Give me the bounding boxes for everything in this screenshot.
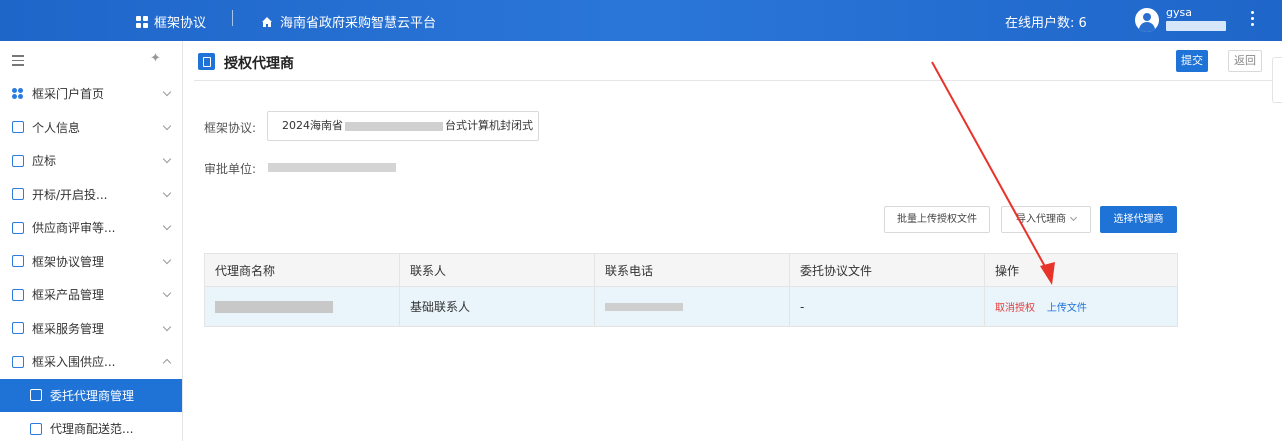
- document-icon: [198, 53, 215, 70]
- chevron-down-icon: [162, 255, 172, 264]
- pin-icon[interactable]: ✦: [150, 51, 161, 66]
- chevron-down-icon: [162, 322, 172, 331]
- agreement-file-cell: -: [789, 286, 985, 327]
- header-divider: [232, 10, 233, 26]
- online-users: 在线用户数: 6: [1005, 12, 1087, 31]
- redacted-text: [605, 303, 683, 311]
- sidebar-item-review[interactable]: 供应商评审等...: [0, 211, 182, 245]
- person-info-icon: [12, 121, 24, 134]
- sidebar-item-label: 框采门户首页: [32, 87, 105, 102]
- side-drawer-tab[interactable]: [1272, 57, 1282, 103]
- avatar[interactable]: [1135, 8, 1159, 32]
- more-menu-icon[interactable]: [1250, 11, 1256, 29]
- review-icon: [12, 221, 24, 234]
- sidebar-item-label: 供应商评审等...: [32, 221, 116, 236]
- chevron-down-icon: [162, 188, 172, 197]
- online-users-count: 6: [1078, 16, 1087, 31]
- sidebar-item-portal[interactable]: 框采门户首页: [0, 77, 182, 111]
- chevron-down-icon: [162, 221, 172, 231]
- contact-cell: 基础联系人: [399, 286, 595, 327]
- framework-value-prefix: 2024海南省: [282, 119, 343, 132]
- chevron-down-icon: [162, 288, 172, 298]
- submit-button[interactable]: 提交: [1176, 50, 1208, 72]
- redacted-text: [345, 121, 443, 131]
- import-agent-dropdown[interactable]: 导入代理商: [1001, 206, 1091, 233]
- sidebar-item-label: 框采产品管理: [32, 288, 105, 303]
- agent-table: 代理商名称 联系人 联系电话 委托协议文件 操作 基础联系人 - 取消授权 上传…: [204, 253, 1178, 327]
- import-agent-label: 导入代理商: [1016, 214, 1066, 225]
- upload-file-link[interactable]: 上传文件: [1047, 303, 1087, 314]
- main-content: 授权代理商 提交 返回 框架协议: 2024海南省 台式计算机封闭式 审批单位: …: [184, 41, 1282, 441]
- redacted-text: [215, 301, 333, 313]
- module-menu[interactable]: 框架协议: [136, 12, 206, 31]
- column-header: 操作: [984, 253, 1178, 287]
- sidebar-item-agreement[interactable]: 框架协议管理: [0, 245, 182, 279]
- sidebar-item-agent-management[interactable]: 委托代理商管理: [0, 378, 182, 412]
- framework-field: 2024海南省 台式计算机封闭式: [267, 111, 539, 141]
- sidebar-item-product[interactable]: 框采产品管理: [0, 278, 182, 312]
- column-header: 联系电话: [594, 253, 790, 287]
- portal-icon: [12, 87, 24, 100]
- batch-upload-button[interactable]: 批量上传授权文件: [884, 206, 990, 233]
- service-icon: [12, 322, 24, 335]
- grid-icon: [136, 15, 148, 28]
- column-header: 委托协议文件: [789, 253, 985, 287]
- select-agent-button[interactable]: 选择代理商: [1100, 206, 1177, 233]
- sidebar-item-label: 代理商配送范...: [50, 422, 134, 437]
- hamburger-icon[interactable]: [12, 55, 24, 69]
- chevron-down-icon: [162, 87, 172, 97]
- chevron-down-icon: [162, 121, 172, 130]
- sidebar-item-label: 委托代理商管理: [50, 388, 135, 403]
- delivery-icon: [30, 422, 42, 435]
- column-header: 联系人: [399, 253, 595, 287]
- framework-label: 框架协议:: [204, 121, 257, 135]
- column-header: 代理商名称: [204, 253, 400, 287]
- username[interactable]: gysa: [1166, 6, 1192, 19]
- phone-cell: [594, 286, 790, 327]
- chevron-up-icon: [162, 358, 172, 368]
- sidebar-item-bid[interactable]: 应标: [0, 144, 182, 178]
- open-bid-icon: [12, 188, 24, 201]
- sidebar-item-personal-info[interactable]: 个人信息: [0, 111, 182, 145]
- sidebar-item-label: 框采服务管理: [32, 321, 105, 336]
- approval-label: 审批单位:: [204, 162, 257, 176]
- sidebar-header: ✦: [0, 41, 182, 77]
- platform-name: 海南省政府采购智慧云平台: [280, 16, 437, 31]
- agent-icon: [30, 389, 42, 402]
- agreement-icon: [12, 255, 24, 268]
- chevron-down-icon: [1069, 213, 1078, 222]
- home-icon: [262, 16, 272, 27]
- supplier-icon: [12, 355, 24, 368]
- sidebar-item-label: 个人信息: [32, 120, 81, 135]
- product-icon: [12, 288, 24, 301]
- sidebar-item-label: 开标/开启投...: [32, 187, 108, 202]
- chevron-down-icon: [162, 154, 172, 164]
- cancel-authorization-link[interactable]: 取消授权: [995, 303, 1035, 314]
- top-bar: 框架协议 海南省政府采购智慧云平台 在线用户数: 6 gysa: [0, 0, 1282, 41]
- table-row: 基础联系人 - 取消授权 上传文件: [204, 286, 1178, 327]
- sidebar-item-label: 框采入围供应...: [32, 355, 116, 370]
- sidebar-item-label: 应标: [32, 154, 57, 169]
- bid-icon: [12, 154, 24, 167]
- user-detail-redacted: [1166, 21, 1226, 31]
- table-header-row: 代理商名称 联系人 联系电话 委托协议文件 操作: [204, 253, 1178, 287]
- sidebar-item-agent-delivery[interactable]: 代理商配送范...: [0, 412, 182, 446]
- sidebar-item-service[interactable]: 框采服务管理: [0, 312, 182, 346]
- page-title: 授权代理商: [224, 56, 294, 72]
- page-header: 授权代理商: [194, 51, 1274, 81]
- module-title: 框架协议: [154, 16, 207, 31]
- approval-value-redacted: [268, 163, 396, 172]
- agent-name-cell: [204, 286, 400, 327]
- platform-link[interactable]: 海南省政府采购智慧云平台: [261, 12, 436, 31]
- online-users-label: 在线用户数:: [1005, 16, 1075, 31]
- sidebar-item-supplier[interactable]: 框采入围供应...: [0, 345, 182, 379]
- framework-value-suffix: 台式计算机封闭式: [445, 119, 533, 132]
- sidebar-item-label: 框架协议管理: [32, 254, 105, 269]
- actions-cell: 取消授权 上传文件: [984, 286, 1178, 327]
- sidebar: ✦ 框采门户首页 个人信息 应标 开标/开启投... 供应商评审等... 框架协…: [0, 41, 183, 441]
- back-button[interactable]: 返回: [1228, 50, 1262, 72]
- sidebar-item-open-bid[interactable]: 开标/开启投...: [0, 178, 182, 212]
